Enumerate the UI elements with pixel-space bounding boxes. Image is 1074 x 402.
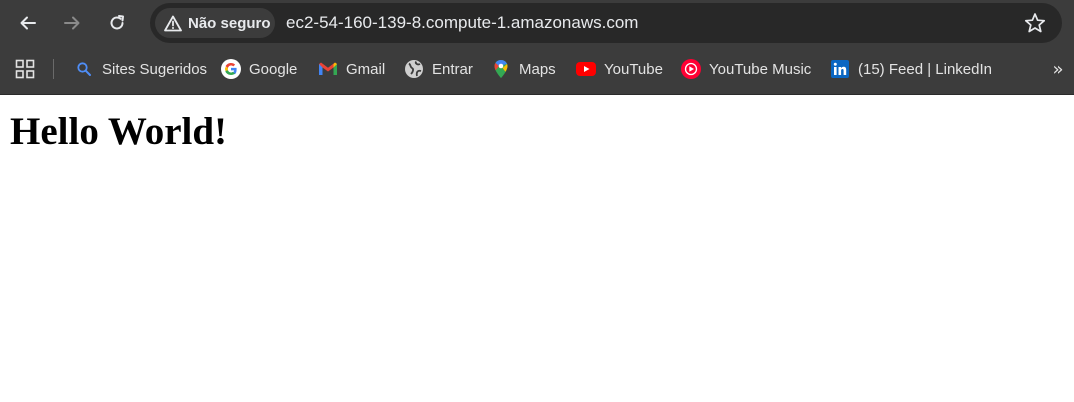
double-chevron-right-icon: »	[1052, 58, 1064, 80]
more-bookmarks-button[interactable]: »	[1048, 58, 1068, 80]
star-icon	[1024, 13, 1046, 33]
bookmark-google[interactable]: Google	[221, 56, 297, 82]
bookmark-gmail[interactable]: Gmail	[318, 56, 385, 82]
search-icon	[74, 59, 94, 79]
browser-chrome: Não seguro ec2-54-160-139-8.compute-1.am…	[0, 0, 1074, 95]
bookmark-sites-sugeridos[interactable]: Sites Sugeridos	[74, 56, 207, 82]
gmail-icon	[318, 59, 338, 79]
reload-button[interactable]	[101, 7, 133, 39]
globe-icon	[404, 59, 424, 79]
bookmark-youtube[interactable]: YouTube	[576, 56, 663, 82]
bookmark-label: YouTube Music	[709, 60, 812, 78]
youtube-music-icon	[681, 59, 701, 79]
browser-toolbar: Não seguro ec2-54-160-139-8.compute-1.am…	[0, 0, 1074, 46]
bookmark-star-button[interactable]	[1022, 10, 1048, 36]
bookmark-label: (15) Feed | LinkedIn	[858, 60, 992, 78]
back-button[interactable]	[12, 7, 44, 39]
security-chip[interactable]: Não seguro	[155, 8, 275, 38]
linkedin-icon	[830, 59, 850, 79]
apps-button[interactable]	[14, 58, 36, 80]
google-icon	[221, 59, 241, 79]
security-label: Não seguro	[188, 14, 271, 32]
apps-grid-icon	[15, 59, 35, 79]
warning-icon	[163, 13, 183, 33]
bookmark-label: Google	[249, 60, 298, 78]
arrow-left-icon	[20, 16, 36, 30]
bookmark-maps[interactable]: Maps	[491, 56, 556, 82]
bookmark-linkedin[interactable]: (15) Feed | LinkedIn	[830, 56, 992, 82]
page-content: Hello World!	[0, 95, 1074, 402]
youtube-icon	[576, 59, 596, 79]
bookmark-youtube-music[interactable]: YouTube Music	[681, 56, 811, 82]
page-heading: Hello World!	[10, 110, 228, 153]
bookmarks-bar: Sites Sugeridos Google Gmail Entrar Maps…	[0, 46, 1074, 94]
bookmark-label: Sites Sugeridos	[102, 60, 208, 78]
forward-button[interactable]	[56, 7, 88, 39]
maps-pin-icon	[491, 59, 511, 79]
bookmark-entrar[interactable]: Entrar	[404, 56, 473, 82]
bookmark-label: Entrar	[432, 60, 473, 78]
bookmark-label: YouTube	[604, 60, 663, 78]
url-text[interactable]: ec2-54-160-139-8.compute-1.amazonaws.com	[286, 13, 638, 33]
bookmark-label: Gmail	[346, 60, 386, 78]
reload-icon	[110, 15, 124, 30]
bookmarks-separator	[53, 59, 54, 79]
bookmark-label: Maps	[519, 60, 556, 78]
arrow-right-icon	[64, 16, 80, 30]
address-bar[interactable]: Não seguro ec2-54-160-139-8.compute-1.am…	[150, 3, 1062, 43]
